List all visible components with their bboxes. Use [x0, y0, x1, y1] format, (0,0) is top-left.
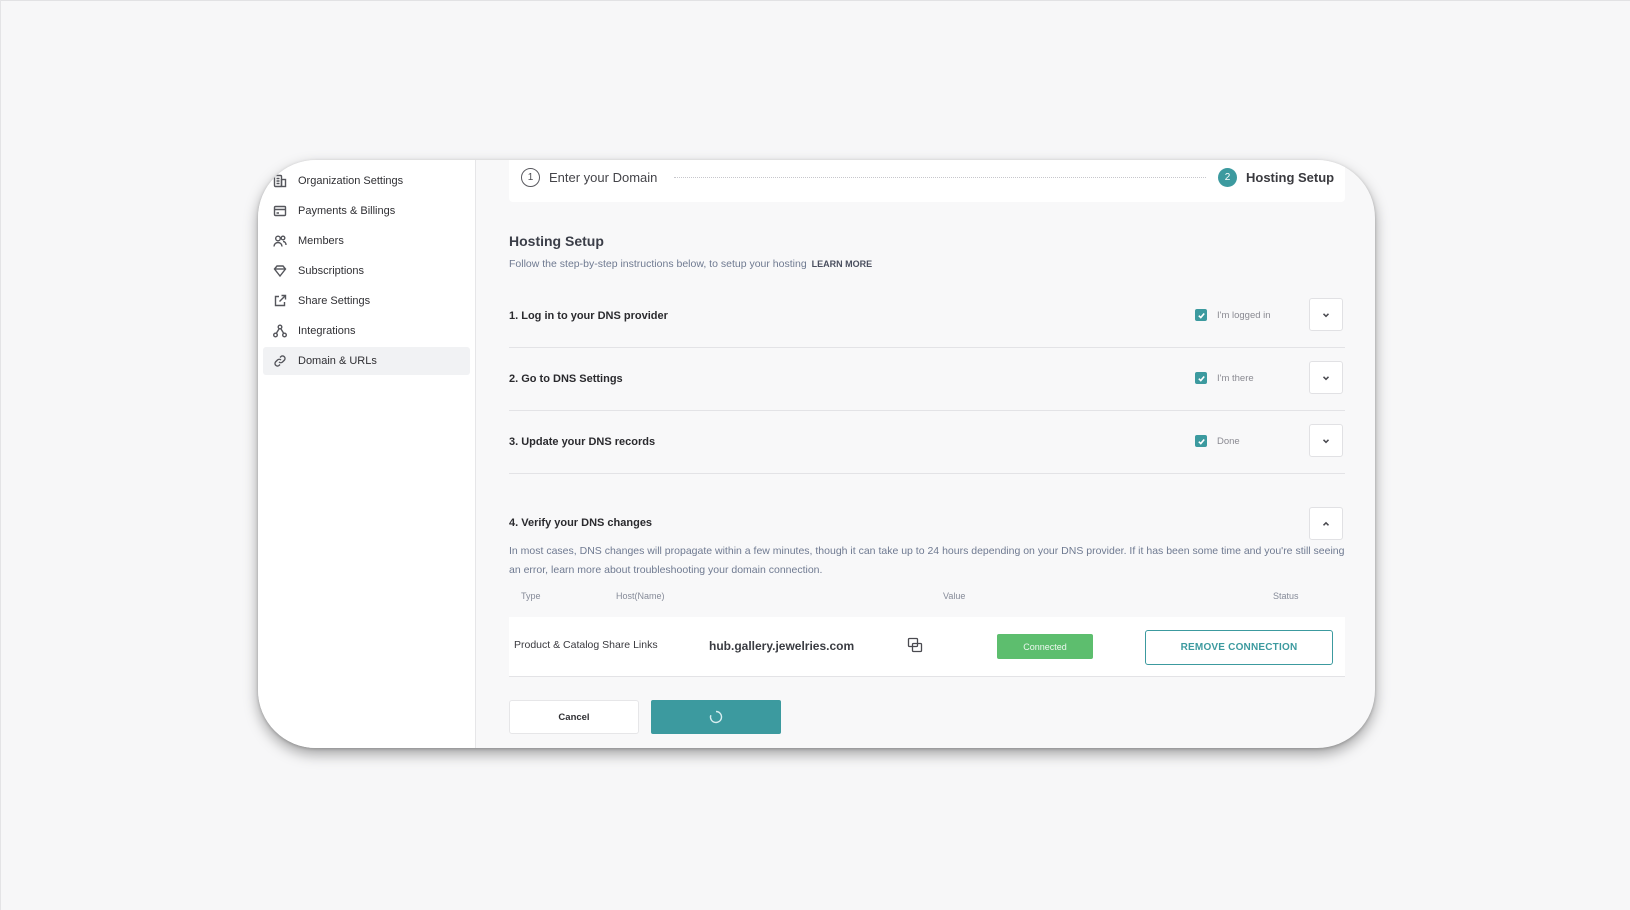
card-icon [273, 204, 287, 218]
sidebar-item-subscriptions[interactable]: Subscriptions [263, 257, 470, 285]
step2-label: Hosting Setup [1246, 170, 1335, 185]
accordion-step-3: 3. Update your DNS records Done [509, 414, 1345, 474]
sidebar-item-payments-billings[interactable]: Payments & Billings [263, 197, 470, 225]
expand-button[interactable] [1309, 298, 1343, 331]
users-icon [273, 234, 287, 248]
verify-description: In most cases, DNS changes will propagat… [509, 545, 1345, 576]
sidebar-item-domain-urls[interactable]: Domain & URLs [263, 347, 470, 375]
link-icon [273, 354, 287, 368]
page-title: Hosting Setup [509, 233, 604, 249]
sidebar-item-members[interactable]: Members [263, 227, 470, 255]
accordion-step-1: 1. Log in to your DNS provider I'm logge… [509, 288, 1345, 348]
sidebar-item-label: Subscriptions [298, 265, 365, 277]
integration-icon [273, 324, 287, 338]
column-header-value: Value [943, 591, 966, 601]
app-window: Organization Settings Payments & Billing… [258, 160, 1375, 748]
chevron-down-icon [1322, 375, 1330, 380]
column-header-type: Type [521, 591, 541, 601]
step-title: 2. Go to DNS Settings [509, 373, 623, 385]
table-row: Product & Catalog Share Links hub.galler… [509, 617, 1345, 677]
step-title: 1. Log in to your DNS provider [509, 310, 668, 322]
building-icon [273, 174, 287, 188]
subtitle-text: Follow the step-by-step instructions bel… [509, 258, 807, 270]
sidebar-item-label: Domain & URLs [298, 355, 377, 367]
chevron-up-icon [1322, 521, 1330, 526]
check-icon [1197, 438, 1205, 445]
page-subtitle: Follow the step-by-step instructions bel… [509, 258, 872, 270]
stepper-connector [674, 177, 1206, 178]
sidebar-item-label: Share Settings [298, 295, 371, 307]
copy-icon [907, 637, 923, 653]
collapse-button[interactable] [1309, 507, 1343, 540]
stepper: 1 Enter your Domain 2 Hosting Setup [509, 160, 1345, 202]
expand-button[interactable] [1309, 361, 1343, 394]
accordion-step-2: 2. Go to DNS Settings I'm there [509, 351, 1345, 411]
sidebar-item-label: Organization Settings [298, 175, 404, 187]
step-checkbox-label: I'm there [1217, 373, 1254, 384]
sidebar-item-label: Members [298, 235, 344, 247]
tag-icon [273, 264, 287, 278]
step-checkbox[interactable] [1195, 372, 1207, 384]
step1-number: 1 [521, 168, 540, 187]
sidebar-item-organization-settings[interactable]: Organization Settings [263, 167, 470, 195]
sidebar-item-integrations[interactable]: Integrations [263, 317, 470, 345]
step-title: 3. Update your DNS records [509, 436, 656, 448]
remove-connection-button[interactable]: REMOVE CONNECTION [1145, 630, 1333, 665]
step-checkbox[interactable] [1195, 435, 1207, 447]
check-icon [1197, 312, 1205, 319]
record-host: hub.gallery.jewelries.com [709, 639, 855, 653]
step-checkbox-label: I'm logged in [1217, 310, 1271, 321]
share-icon [273, 294, 287, 308]
loading-spinner-icon [709, 710, 723, 724]
left-border [0, 0, 1, 910]
copy-button[interactable] [907, 637, 925, 655]
submit-button[interactable] [651, 700, 781, 734]
verify-title: 4. Verify your DNS changes [509, 517, 653, 529]
learn-more-link[interactable]: LEARN MORE [812, 259, 873, 269]
status-badge: Connected [997, 634, 1093, 659]
expand-button[interactable] [1309, 424, 1343, 457]
main-content: 1 Enter your Domain 2 Hosting Setup Host… [476, 160, 1375, 748]
step-checkbox-label: Done [1217, 436, 1240, 447]
sidebar-item-label: Integrations [298, 325, 356, 337]
check-icon [1197, 375, 1205, 382]
chevron-down-icon [1322, 438, 1330, 443]
step-checkbox[interactable] [1195, 309, 1207, 321]
sidebar: Organization Settings Payments & Billing… [258, 160, 476, 748]
column-header-status: Status [1273, 591, 1299, 601]
record-type: Product & Catalog Share Links [514, 639, 658, 651]
sidebar-item-share-settings[interactable]: Share Settings [263, 287, 470, 315]
step1-label[interactable]: Enter your Domain [549, 170, 657, 185]
column-header-host: Host(Name) [616, 591, 665, 601]
chevron-down-icon [1322, 312, 1330, 317]
sidebar-item-label: Payments & Billings [298, 205, 396, 217]
top-border [0, 0, 1630, 1]
cancel-button[interactable]: Cancel [509, 700, 639, 734]
step2-number: 2 [1218, 168, 1237, 187]
